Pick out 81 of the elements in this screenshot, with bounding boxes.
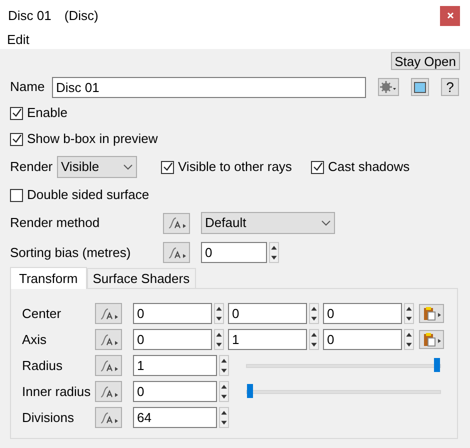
checkbox[interactable] <box>311 160 324 174</box>
preview-button[interactable] <box>411 78 429 96</box>
spin-buttons[interactable] <box>214 329 224 350</box>
check-icon <box>12 134 22 144</box>
field-label: Render <box>10 158 54 176</box>
spin-buttons[interactable] <box>309 303 319 324</box>
clipboard-icon <box>422 306 442 320</box>
chevron-down-icon <box>123 164 133 170</box>
curve-icon <box>98 358 118 372</box>
checkbox[interactable] <box>161 160 174 174</box>
checkbox[interactable] <box>10 132 23 146</box>
field-label: Center <box>22 304 62 323</box>
window-icon <box>414 82 426 92</box>
number-field[interactable]: 0 <box>323 329 402 350</box>
field-label: Name <box>10 78 46 96</box>
check-icon <box>312 162 322 172</box>
chevron-down-icon <box>321 220 331 226</box>
spin-buttons[interactable] <box>269 242 279 263</box>
paste-button[interactable] <box>419 304 444 323</box>
spin-buttons[interactable] <box>214 303 224 324</box>
tab[interactable]: Transform <box>10 267 87 289</box>
checkbox-label: Show b-box in preview <box>27 130 158 148</box>
curve-icon <box>166 246 186 260</box>
field-label: Radius <box>22 356 64 375</box>
number-field[interactable]: 0 <box>133 381 217 402</box>
menu-item[interactable]: Edit <box>7 30 30 50</box>
help-button[interactable]: ? <box>441 78 459 96</box>
curve-icon <box>98 410 118 424</box>
settings-button[interactable] <box>378 78 399 96</box>
gear-icon <box>380 81 397 93</box>
checkbox[interactable] <box>10 106 23 120</box>
checkbox-label: Cast shadows <box>328 158 410 176</box>
number-field[interactable]: 0 <box>228 303 307 324</box>
animate-button[interactable] <box>95 303 122 324</box>
field-label: Axis <box>22 330 48 349</box>
field-label: Divisions <box>22 408 76 427</box>
spin-buttons[interactable] <box>309 329 319 350</box>
field-label: Inner radius <box>22 382 92 401</box>
number-field[interactable]: 1 <box>133 355 217 376</box>
field-label: Sorting bias (metres) <box>10 244 132 262</box>
animate-button[interactable] <box>95 407 122 428</box>
number-field[interactable]: 0 <box>133 329 212 350</box>
animate-button[interactable] <box>163 212 190 234</box>
spin-buttons[interactable] <box>219 355 229 376</box>
animate-button[interactable] <box>95 355 122 376</box>
close-button[interactable] <box>440 6 460 26</box>
name-field[interactable]: Disc 01 <box>52 76 366 98</box>
slider-thumb[interactable] <box>434 358 440 372</box>
number-field[interactable]: 0 <box>133 303 212 324</box>
number-field[interactable]: 0 <box>201 242 267 263</box>
clipboard-icon <box>422 332 442 346</box>
stay-open-button[interactable]: Stay Open <box>390 52 460 70</box>
close-icon <box>446 12 454 19</box>
spin-buttons[interactable] <box>404 329 414 350</box>
number-field[interactable]: 0 <box>323 303 402 324</box>
curve-icon <box>98 384 118 398</box>
animate-button[interactable] <box>95 381 122 402</box>
checkbox-label: Enable <box>27 104 68 122</box>
checkbox[interactable] <box>10 188 23 202</box>
tab[interactable]: Surface Shaders <box>86 268 196 288</box>
dropdown[interactable]: Default <box>201 212 335 234</box>
animate-button[interactable] <box>95 329 122 350</box>
check-icon <box>12 108 22 118</box>
checkbox-label: Visible to other rays <box>178 158 292 176</box>
paste-button[interactable] <box>419 330 444 349</box>
number-field[interactable]: 64 <box>133 407 217 428</box>
number-field[interactable]: 1 <box>228 329 307 350</box>
curve-icon <box>98 332 118 346</box>
slider-thumb[interactable] <box>247 384 253 398</box>
field-label: Render method <box>10 214 101 232</box>
spin-buttons[interactable] <box>219 407 229 428</box>
check-icon <box>162 162 172 172</box>
window-title: Disc 01 <box>8 6 52 25</box>
spin-buttons[interactable] <box>404 303 414 324</box>
dropdown[interactable]: Visible <box>57 156 137 178</box>
animate-button[interactable] <box>163 242 190 263</box>
spin-buttons[interactable] <box>219 381 229 402</box>
curve-icon <box>166 216 186 230</box>
checkbox-label: Double sided surface <box>27 186 150 204</box>
curve-icon <box>98 306 118 320</box>
window-subtitle: (Disc) <box>64 6 98 25</box>
